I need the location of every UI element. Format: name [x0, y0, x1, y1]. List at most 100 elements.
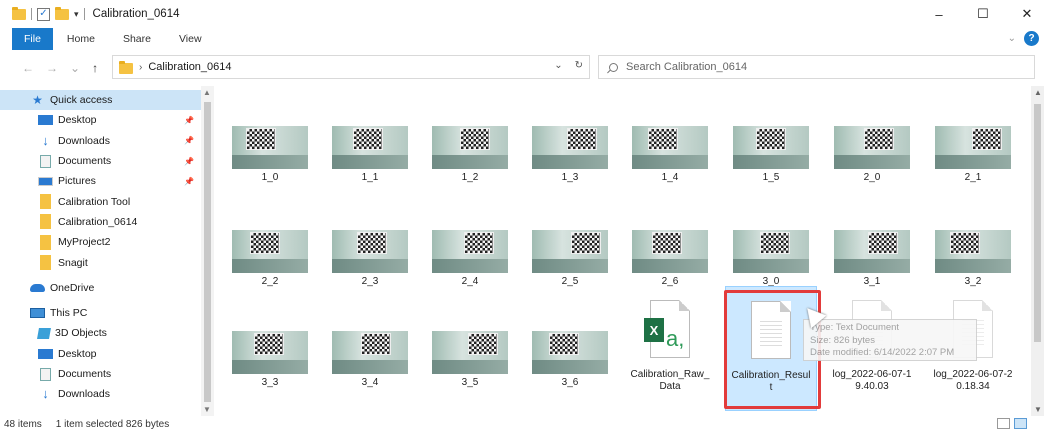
sidebar-item[interactable]: Documents [0, 364, 214, 384]
file-item[interactable]: 1_3 [524, 86, 616, 184]
customize-toolbar-icon[interactable]: ▾ [74, 9, 79, 20]
up-icon[interactable]: ↑ [92, 61, 98, 75]
sidebar-item[interactable]: Pictures 📌 [0, 171, 214, 191]
sidebar-item[interactable]: This PC [0, 303, 214, 323]
file-item[interactable]: 3_5 [424, 291, 516, 389]
scroll-down-icon[interactable]: ▼ [1034, 405, 1042, 414]
tab-file[interactable]: File [12, 28, 53, 50]
file-item[interactable]: 1_4 [624, 86, 716, 184]
tab-home[interactable]: Home [53, 28, 109, 50]
file-view: 1_0 1_1 1_2 1_3 1_4 1_5 2_0 2_1 2_2 2_3 2_4 2_5 2_6 3… [218, 86, 1030, 416]
ribbon: File Home Share View ⌄ ? [0, 28, 1049, 50]
nav-scrollbar[interactable]: ▲ ▼ [201, 86, 214, 416]
sidebar-item[interactable]: ↓ Downloads [0, 384, 214, 404]
content-scrollbar[interactable]: ▲ ▼ [1031, 86, 1044, 416]
item-count: 48 items [4, 418, 42, 430]
recent-locations-icon[interactable]: ⌄ [70, 61, 80, 75]
scroll-thumb[interactable] [1034, 104, 1041, 342]
sidebar-item[interactable]: ↓ Downloads 📌 [0, 131, 214, 151]
file-item[interactable]: 1_0 [224, 86, 316, 184]
file-name: 2_2 [261, 276, 279, 287]
properties-icon[interactable]: ✓ [37, 7, 50, 21]
image-thumbnail [733, 126, 809, 169]
pin-icon: 📌 [184, 136, 194, 146]
tooltip-date: Date modified: 6/14/2022 2:07 PM [810, 347, 955, 358]
status-bar: 48 items 1 item selected 826 bytes [0, 416, 1049, 432]
file-item[interactable]: 2_0 [826, 86, 918, 184]
image-thumbnail [532, 331, 608, 374]
sidebar-item-label: Pictures [58, 175, 96, 188]
sidebar-item[interactable]: 3D Objects [0, 323, 214, 343]
expand-ribbon-icon[interactable]: ⌄ [1008, 33, 1016, 44]
scroll-up-icon[interactable]: ▲ [203, 88, 211, 97]
tooltip-size: Size: 826 bytes [810, 334, 875, 346]
sidebar-item-label: OneDrive [50, 281, 95, 294]
search-input[interactable]: Search Calibration_0614 [598, 55, 1035, 79]
sidebar-item[interactable]: ★ Quick access [0, 90, 214, 111]
sidebar-item-label: Downloads [58, 134, 110, 147]
file-item[interactable]: 2_4 [424, 190, 516, 288]
scroll-down-icon[interactable]: ▼ [203, 405, 211, 414]
file-item[interactable]: 3_6 [524, 291, 616, 389]
pin-icon: 📌 [184, 176, 194, 186]
pictures-icon [38, 176, 53, 186]
address-bar[interactable]: › Calibration_0614 ⌄ ↻ [112, 55, 590, 79]
folder-icon [40, 255, 51, 271]
close-button[interactable]: ✕ [1005, 0, 1049, 28]
file-item[interactable]: 3_4 [324, 291, 416, 389]
file-item[interactable]: 2_3 [324, 190, 416, 288]
image-thumbnail [232, 331, 308, 374]
file-name: 3_4 [361, 377, 379, 388]
image-thumbnail [733, 230, 809, 273]
large-icons-view-icon[interactable] [1014, 418, 1027, 429]
breadcrumb[interactable]: Calibration_0614 [148, 61, 231, 73]
file-item[interactable]: 1_5 [725, 86, 817, 184]
new-folder-icon[interactable] [55, 6, 69, 20]
sidebar-item-label: Calibration_0614 [58, 215, 138, 228]
tab-share[interactable]: Share [109, 28, 165, 50]
image-thumbnail [935, 230, 1011, 273]
image-thumbnail [632, 126, 708, 169]
image-thumbnail [232, 230, 308, 273]
file-item[interactable]: 1_2 [424, 86, 516, 184]
cloud-icon [30, 283, 45, 292]
file-item[interactable]: 3_2 [927, 190, 1019, 288]
file-item[interactable]: 2_6 [624, 190, 716, 288]
tab-view[interactable]: View [165, 28, 216, 50]
chevron-right-icon[interactable]: › [139, 62, 142, 73]
sidebar-item[interactable]: Desktop [0, 344, 214, 364]
selection-info: 1 item selected 826 bytes [55, 418, 170, 430]
details-view-icon[interactable] [997, 418, 1010, 429]
file-item[interactable]: 1_1 [324, 86, 416, 184]
sidebar-item[interactable]: OneDrive [0, 278, 214, 298]
folder-icon [119, 60, 133, 74]
help-icon[interactable]: ? [1024, 31, 1039, 46]
file-item[interactable]: 3_1 [826, 190, 918, 288]
file-item[interactable]: 2_1 [927, 86, 1019, 184]
file-item[interactable]: 2_2 [224, 190, 316, 288]
file-item[interactable]: Xa, Calibration_Raw_ Data [624, 286, 716, 411]
sidebar-item[interactable]: Calibration_0614 [0, 212, 214, 232]
scroll-up-icon[interactable]: ▲ [1034, 88, 1042, 97]
image-thumbnail [432, 230, 508, 273]
sidebar-item[interactable]: Documents 📌 [0, 151, 214, 171]
minimize-button[interactable]: – [917, 0, 961, 28]
image-thumbnail [232, 126, 308, 169]
file-name: log_2022-06-07-2 0.18.34 [933, 369, 1013, 392]
file-item[interactable]: 3_3 [224, 291, 316, 389]
file-item[interactable]: 2_5 [524, 190, 616, 288]
back-icon[interactable]: ← [22, 61, 34, 75]
refresh-icon[interactable]: ↻ [575, 60, 583, 71]
sidebar-item[interactable]: MyProject2 [0, 232, 214, 252]
sidebar-item[interactable]: Desktop 📌 [0, 110, 214, 130]
sidebar-item[interactable]: Snagit [0, 252, 214, 272]
search-icon [609, 62, 618, 72]
file-name: log_2022-06-07-1 9.40.03 [832, 369, 912, 392]
forward-icon[interactable]: → [46, 61, 58, 75]
address-dropdown-icon[interactable]: ⌄ [554, 60, 562, 71]
sidebar-item[interactable]: Calibration Tool [0, 191, 214, 211]
scroll-thumb[interactable] [204, 102, 211, 402]
maximize-button[interactable]: ☐ [961, 0, 1005, 28]
file-name: 1_0 [261, 172, 279, 183]
file-item[interactable]: 3_0 [725, 190, 817, 288]
